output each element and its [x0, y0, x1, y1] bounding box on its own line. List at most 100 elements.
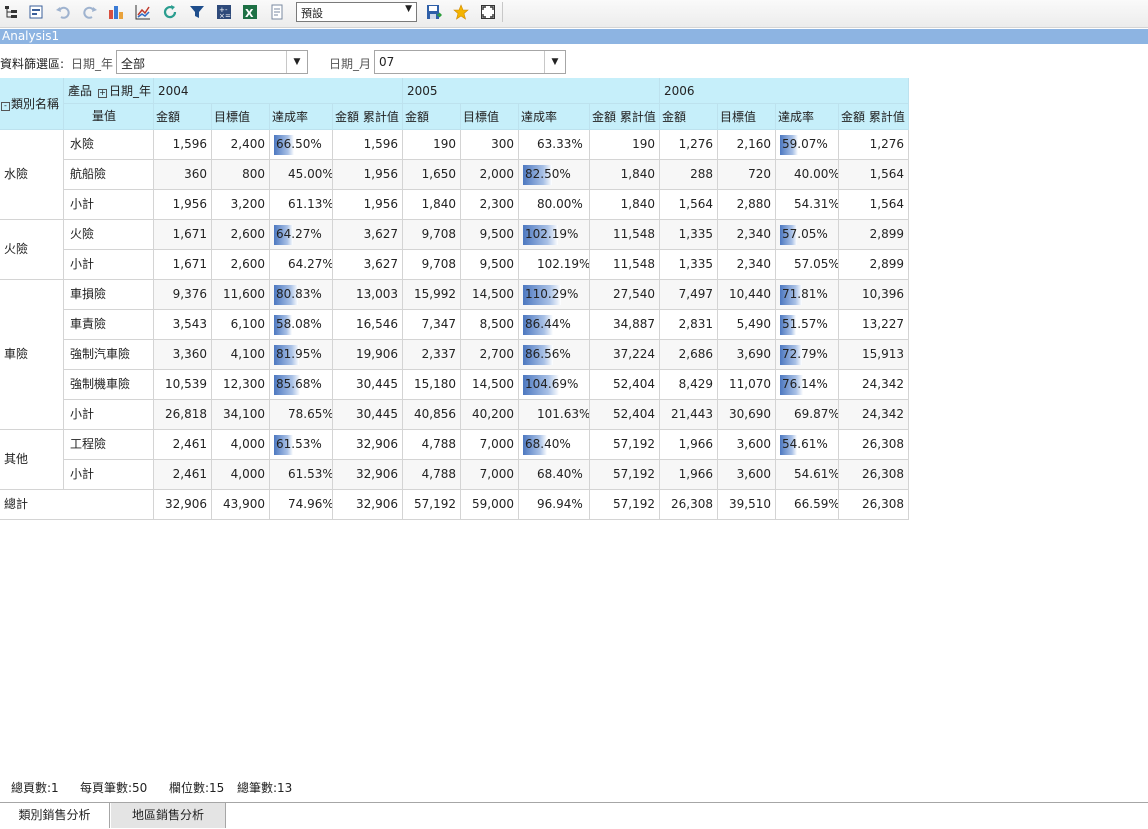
measure-header[interactable]: 達成率	[776, 104, 839, 130]
table-cell: 52,404	[590, 400, 660, 430]
month-filter-combo[interactable]: 07 ▼	[374, 50, 566, 74]
achievement-rate: 101.63%	[537, 407, 590, 421]
table-cell: 1,564	[839, 190, 909, 220]
measure-header[interactable]: 達成率	[519, 104, 590, 130]
category-label[interactable]: 火險	[0, 220, 64, 280]
tab-region-sales[interactable]: 地區銷售分析	[111, 803, 226, 828]
table-cell: 1,596	[333, 130, 403, 160]
save-icon[interactable]	[426, 4, 442, 20]
measure-header[interactable]: 金額	[403, 104, 461, 130]
table-cell: 10,539	[154, 370, 212, 400]
product-label[interactable]: 小計	[64, 460, 154, 490]
table-cell: 288	[660, 160, 718, 190]
achievement-rate: 71.81%	[782, 287, 828, 301]
measure-header[interactable]: 達成率	[270, 104, 333, 130]
table-cell: 4,788	[403, 430, 461, 460]
table-cell: 2,400	[212, 130, 270, 160]
table-cell: 2,461	[154, 430, 212, 460]
table-cell: 57.05%	[776, 250, 839, 280]
bar-chart-icon[interactable]	[108, 4, 124, 20]
table-cell: 96.94%	[519, 490, 590, 520]
table-cell: 43,900	[212, 490, 270, 520]
chevron-down-icon[interactable]: ▼	[544, 51, 565, 73]
table-cell: 1,956	[333, 160, 403, 190]
table-cell: 2,160	[718, 130, 776, 160]
product-label[interactable]: 車損險	[64, 280, 154, 310]
table-cell: 2,899	[839, 220, 909, 250]
year-header[interactable]: 2005	[403, 78, 660, 104]
table-cell: 34,100	[212, 400, 270, 430]
product-label[interactable]: 工程險	[64, 430, 154, 460]
product-label[interactable]: 水險	[64, 130, 154, 160]
table-cell: 14,500	[461, 280, 519, 310]
measure-header[interactable]: 金額 累計值	[839, 104, 909, 130]
table-cell: 26,308	[839, 490, 909, 520]
table-cell: 19,906	[333, 340, 403, 370]
product-label[interactable]: 強制汽車險	[64, 340, 154, 370]
product-label[interactable]: 小計	[64, 190, 154, 220]
filter-area-label: 資料篩選區:	[0, 57, 65, 71]
corner-category-header[interactable]: - 類別名稱	[0, 78, 64, 130]
achievement-rate: 80.00%	[537, 197, 583, 211]
table-cell: 71.81%	[776, 280, 839, 310]
form-icon[interactable]	[28, 4, 44, 20]
table-cell: 78.65%	[270, 400, 333, 430]
table-cell: 11,548	[590, 220, 660, 250]
year-header[interactable]: 2006	[660, 78, 909, 104]
table-cell: 3,600	[718, 430, 776, 460]
table-cell: 3,200	[212, 190, 270, 220]
measure-header[interactable]: 目標值	[461, 104, 519, 130]
tree-icon[interactable]	[3, 4, 19, 20]
product-label[interactable]: 火險	[64, 220, 154, 250]
expand-icon[interactable]: +	[98, 89, 108, 98]
measure-header[interactable]: 金額	[154, 104, 212, 130]
product-label[interactable]: 強制機車險	[64, 370, 154, 400]
tab-category-sales[interactable]: 類別銷售分析	[0, 803, 110, 828]
chevron-down-icon[interactable]: ▼	[286, 51, 307, 73]
toolbar-separator	[502, 2, 503, 22]
measure-header[interactable]: 目標值	[718, 104, 776, 130]
measure-header[interactable]: 目標值	[212, 104, 270, 130]
fullscreen-icon[interactable]	[480, 4, 496, 20]
year-filter-combo[interactable]: 全部 ▼	[116, 50, 308, 74]
product-label[interactable]: 小計	[64, 250, 154, 280]
table-cell: 4,788	[403, 460, 461, 490]
measure-header[interactable]: 金額 累計值	[590, 104, 660, 130]
table-cell: 1,276	[660, 130, 718, 160]
star-icon[interactable]	[453, 4, 469, 20]
line-chart-icon[interactable]	[135, 4, 151, 20]
collapse-icon[interactable]: -	[1, 102, 10, 111]
document-icon[interactable]	[269, 4, 285, 20]
table-cell: 57,192	[590, 460, 660, 490]
product-label[interactable]: 小計	[64, 400, 154, 430]
table-cell: 102.19%	[519, 220, 590, 250]
table-cell: 32,906	[154, 490, 212, 520]
category-label[interactable]: 車險	[0, 280, 64, 430]
table-cell: 6,100	[212, 310, 270, 340]
filter-icon[interactable]	[189, 4, 205, 20]
table-cell: 85.68%	[270, 370, 333, 400]
refresh-icon[interactable]	[162, 4, 178, 20]
category-label[interactable]: 其他	[0, 430, 64, 490]
achievement-rate: 102.19%	[525, 227, 579, 241]
achievement-rate: 102.19%	[537, 257, 590, 271]
measure-header[interactable]: 金額	[660, 104, 718, 130]
excel-icon[interactable]: X	[242, 4, 258, 20]
view-select[interactable]: 預設 ▼	[296, 2, 417, 22]
product-label[interactable]: 車責險	[64, 310, 154, 340]
table-cell: 54.31%	[776, 190, 839, 220]
corner-date-header[interactable]: 產品 + 日期_年	[64, 78, 154, 104]
category-label[interactable]: 水險	[0, 130, 64, 220]
calculator-icon[interactable]: + -× =	[216, 4, 232, 20]
table-cell: 32,906	[333, 430, 403, 460]
table-cell: 1,335	[660, 250, 718, 280]
table-cell: 24,342	[839, 370, 909, 400]
achievement-rate: 63.33%	[537, 137, 583, 151]
measure-header[interactable]: 金額 累計值	[333, 104, 403, 130]
undo-icon[interactable]	[55, 4, 71, 20]
product-label[interactable]: 航船險	[64, 160, 154, 190]
year-header[interactable]: 2004	[154, 78, 403, 104]
redo-icon[interactable]	[82, 4, 98, 20]
table-cell: 1,335	[660, 220, 718, 250]
table-cell: 57,192	[590, 430, 660, 460]
